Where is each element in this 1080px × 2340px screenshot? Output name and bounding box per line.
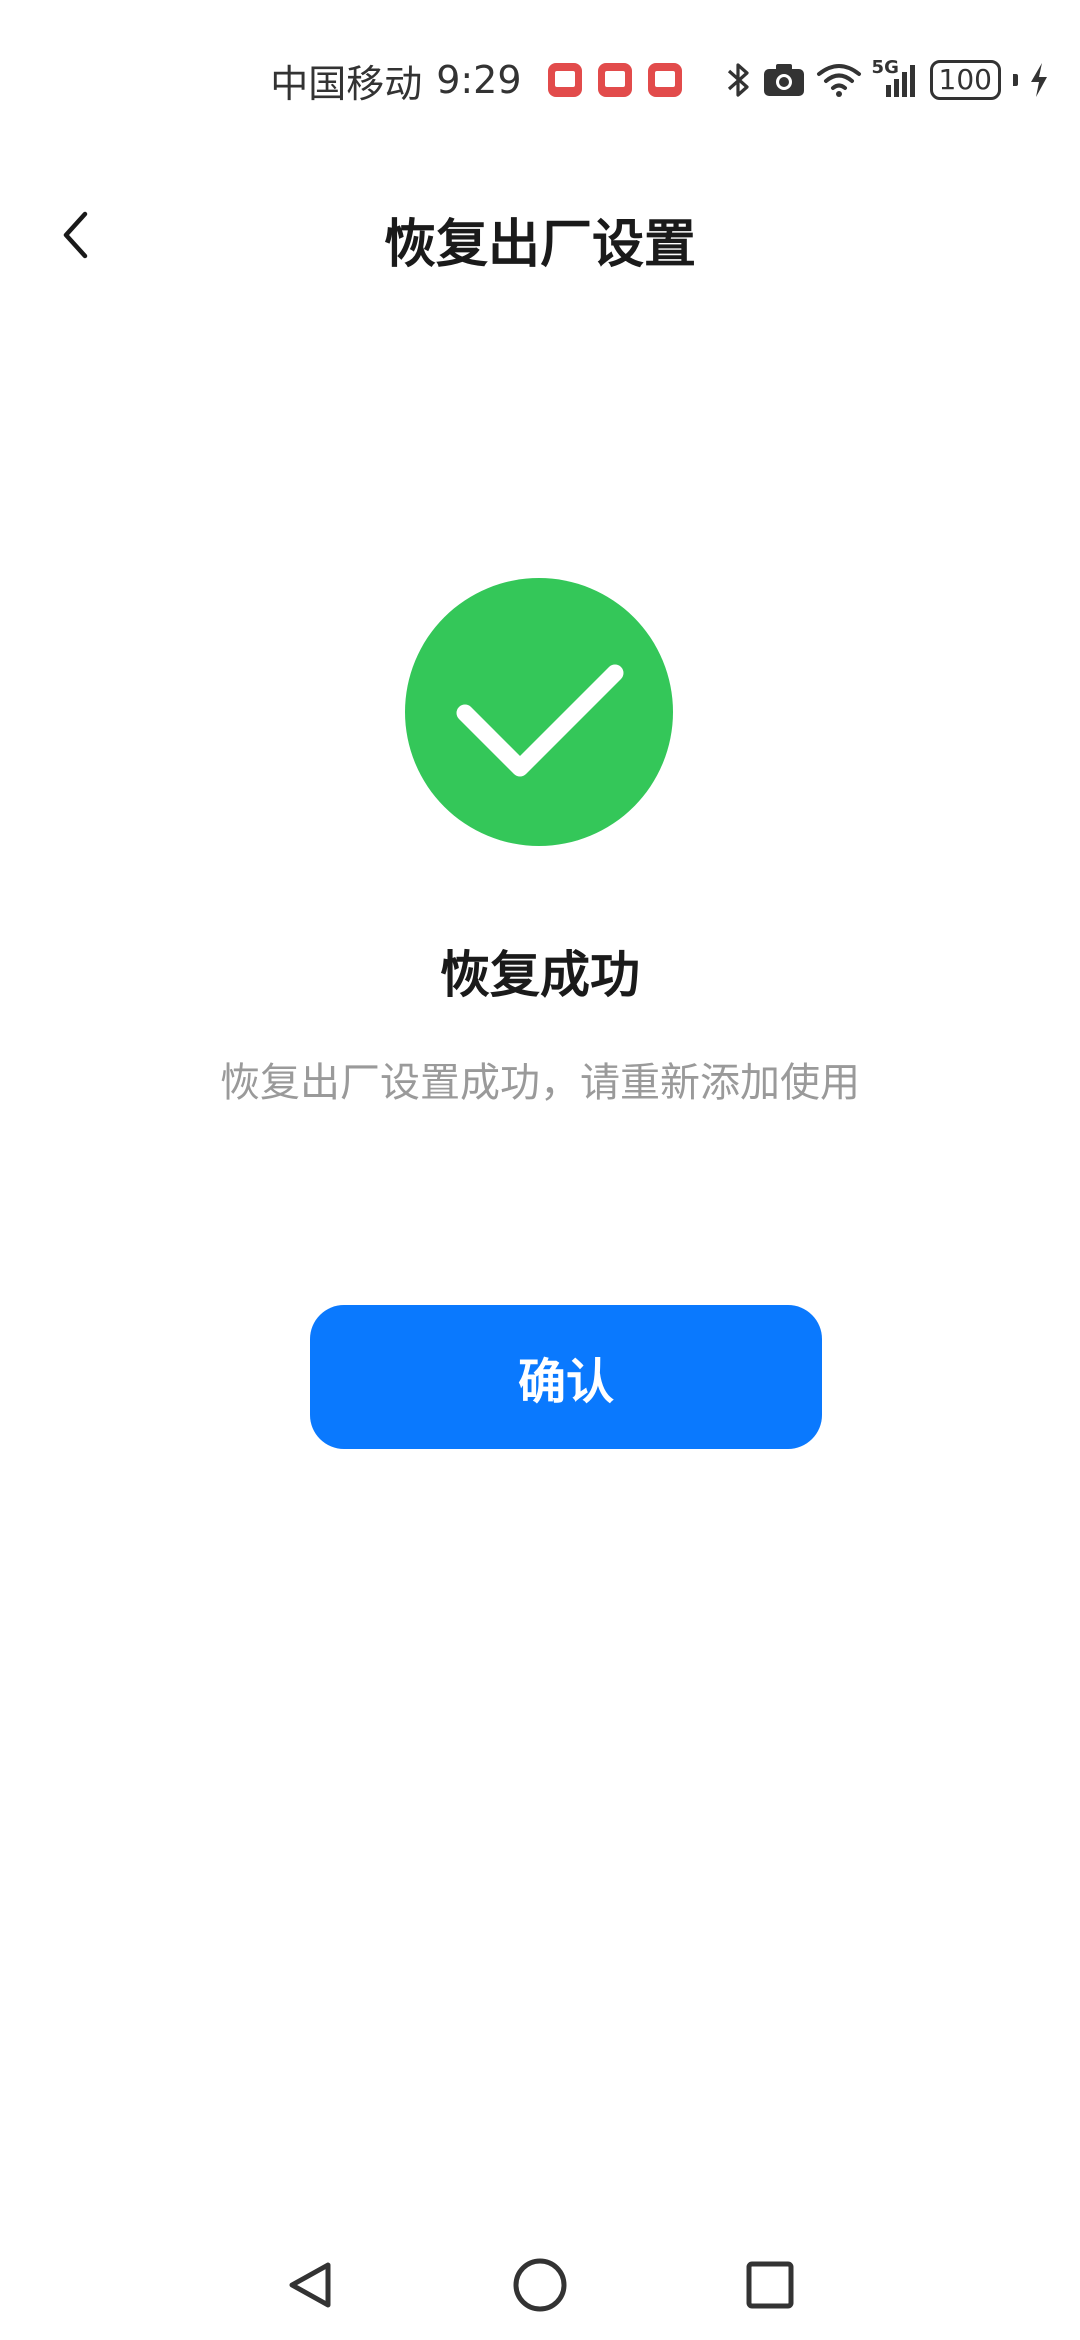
nav-back-button[interactable] xyxy=(275,2250,345,2320)
charging-bolt-icon xyxy=(1028,61,1050,99)
system-navigation-bar xyxy=(0,2230,1080,2330)
nav-home-button[interactable] xyxy=(505,2250,575,2320)
check-circle-icon xyxy=(405,578,673,846)
battery-level: 100 xyxy=(938,63,992,96)
header: 恢复出厂设置 xyxy=(0,180,1080,290)
triangle-back-icon xyxy=(289,2262,331,2308)
carrier-label: 中国移动 xyxy=(270,61,423,106)
wifi-icon xyxy=(816,62,862,98)
battery-tip xyxy=(1013,74,1018,86)
confirm-button[interactable]: 确认 xyxy=(310,1305,822,1449)
circle-home-icon xyxy=(513,2258,567,2312)
book-notification-icon xyxy=(647,63,682,97)
page-title: 恢复出厂设置 xyxy=(383,215,696,275)
square-recents-icon xyxy=(746,2261,794,2309)
book-notification-icon xyxy=(597,63,632,97)
battery-indicator: 100 xyxy=(929,60,1001,100)
bluetooth-icon xyxy=(726,60,752,100)
book-notification-icon xyxy=(547,63,582,97)
camera-icon xyxy=(762,62,806,98)
nav-recents-button[interactable] xyxy=(735,2250,805,2320)
screen: 中国移动 9:29 5G 100 恢复出厂设置 恢复成功 恢复出厂设置成功，请重… xyxy=(0,0,1080,2340)
signal-5g-icon: 5G xyxy=(872,57,920,99)
clock: 9:29 xyxy=(436,58,522,102)
status-bar: 中国移动 9:29 5G 100 xyxy=(270,40,1050,120)
network-type-label: 5G xyxy=(871,57,899,78)
success-title: 恢复成功 xyxy=(440,946,640,1004)
success-description: 恢复出厂设置成功，请重新添加使用 xyxy=(220,1060,860,1106)
